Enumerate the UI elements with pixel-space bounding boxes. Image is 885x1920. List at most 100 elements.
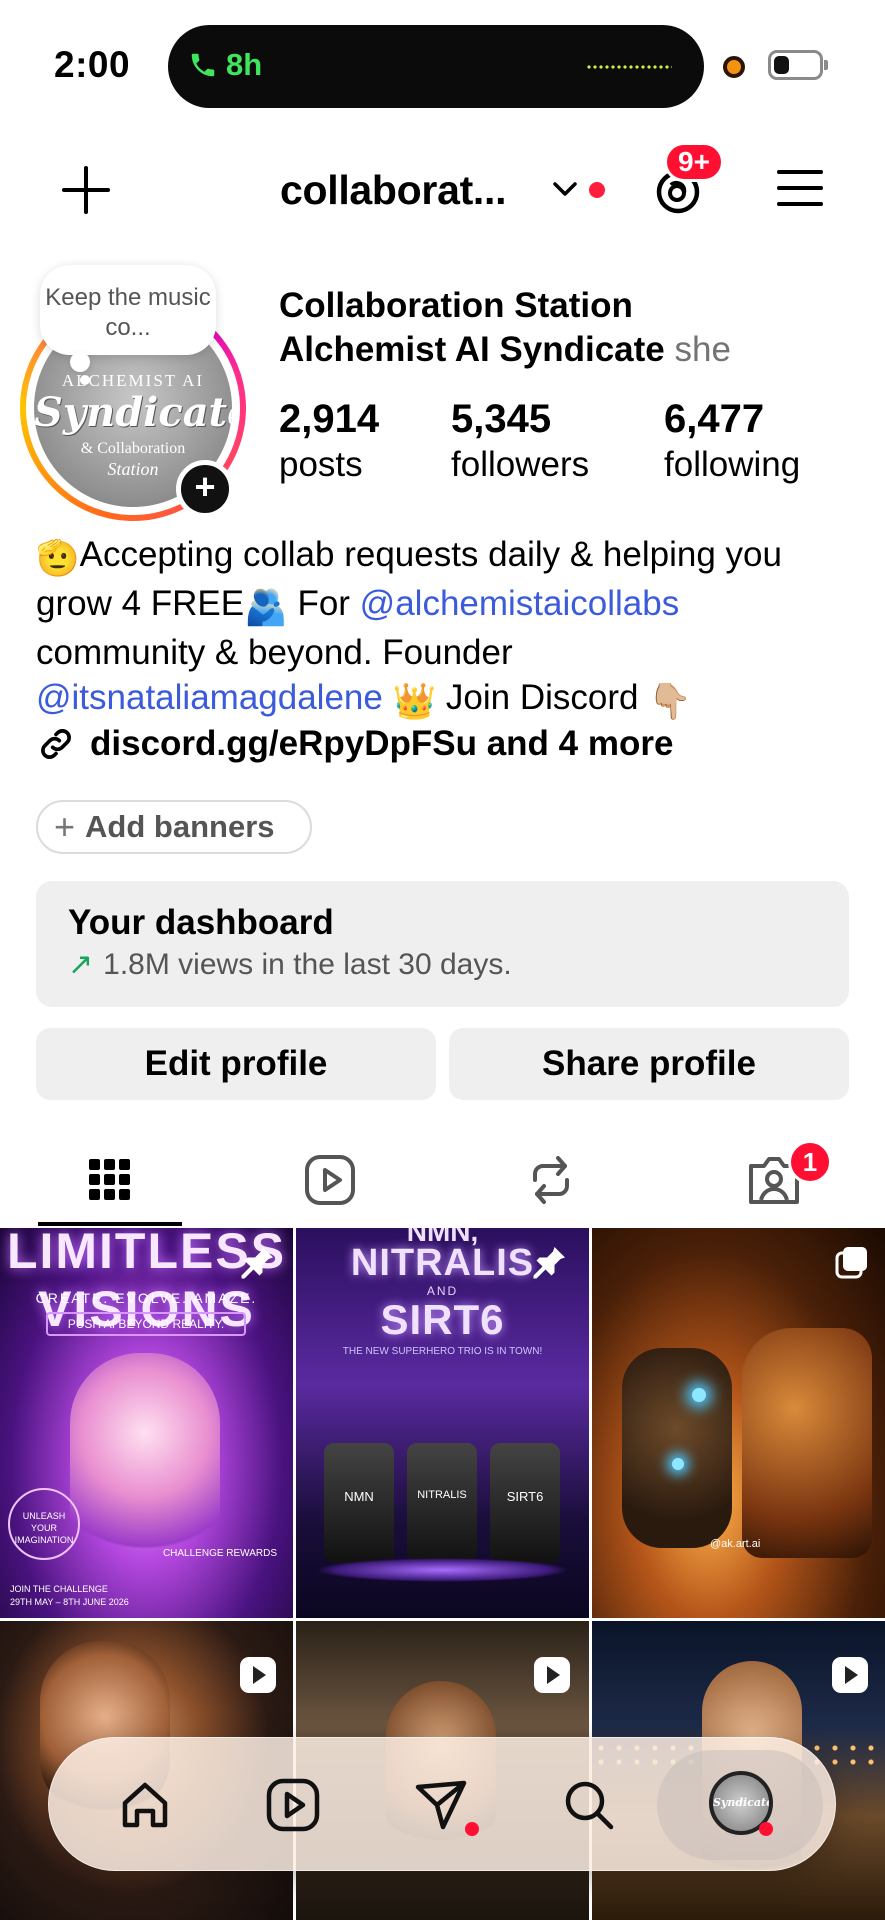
followers-label: followers <box>451 445 590 484</box>
bio-text-4: Join Discord <box>436 678 649 717</box>
note-bubble-tail <box>70 352 90 372</box>
account-notification-dot <box>589 182 605 198</box>
dashboard-subtitle: 1.8M views in the last 30 days. <box>103 947 512 981</box>
nav-search[interactable] <box>555 1771 623 1839</box>
post-rewards: CHALLENGE REWARDS <box>162 1548 278 1559</box>
following-count: 6,477 <box>664 397 765 441</box>
posts-count: 2,914 <box>279 397 380 441</box>
mention-link[interactable]: @itsnataliamagdalene <box>36 678 383 717</box>
avatar-logo-sub: & Collaboration <box>80 440 186 457</box>
home-icon <box>122 1782 168 1828</box>
post-tile[interactable]: LIMITLESS VISIONS CREATE. EVOLVE. AMAZE.… <box>0 1228 293 1618</box>
clock: 2:00 <box>54 44 131 85</box>
tab-grid[interactable] <box>80 1150 140 1210</box>
pointing-down-emoji: 👇🏼 <box>648 682 692 721</box>
followers-stat[interactable]: 5,345 followers <box>451 396 589 488</box>
post-tagline: THE NEW SUPERHERO TRIO IS IN TOWN! <box>342 1346 543 1357</box>
add-banners-label: Add banners <box>85 809 275 844</box>
profile-notification-dot <box>759 1822 773 1836</box>
salute-emoji: 🫡 <box>36 539 80 578</box>
post-join: JOIN THE CHALLENGE <box>10 1584 108 1594</box>
battery-level <box>774 56 789 74</box>
post-tagline: CREATE. EVOLVE. AMAZE. <box>35 1290 258 1306</box>
nav-home[interactable] <box>111 1771 179 1839</box>
threads-badge: 9+ <box>664 142 724 182</box>
tab-reposts[interactable] <box>521 1150 581 1210</box>
reposts-icon <box>533 1156 569 1204</box>
pronouns: she <box>674 330 731 369</box>
product-bottle: SIRT6 <box>490 1443 560 1563</box>
send-icon <box>415 1780 467 1830</box>
pin-icon <box>533 1247 565 1279</box>
note-bubble-tail-small <box>80 375 90 385</box>
post-title-end: SIRT6 <box>380 1296 505 1343</box>
phone-icon <box>191 53 215 77</box>
nav-reels[interactable] <box>259 1771 327 1839</box>
external-links[interactable]: discord.gg/eRpyDpFSu and 4 more <box>36 724 673 764</box>
edit-profile-button[interactable]: Edit profile <box>36 1028 436 1100</box>
product-bottle: NITRALIS <box>407 1443 477 1563</box>
post-watermark: @ak.art.ai <box>710 1538 761 1550</box>
crown-emoji: 👑 <box>392 682 437 721</box>
following-stat[interactable]: 6,477 following <box>664 396 800 488</box>
bio-text-3: community & beyond. Founder <box>36 633 513 672</box>
search-icon <box>565 1781 614 1830</box>
glow-light <box>672 1458 684 1470</box>
post-cta: PUSH AI BEYOND REALITY. <box>46 1312 246 1336</box>
add-story-button[interactable]: + <box>176 460 234 518</box>
dragon-figure <box>742 1328 872 1558</box>
dashboard-title: Your dashboard <box>68 903 334 942</box>
messages-notification-dot <box>465 1822 479 1836</box>
posts-stat[interactable]: 2,914 posts <box>279 396 379 488</box>
tagged-badge: 1 <box>788 1140 832 1184</box>
post-tile[interactable]: NMN, NITRALIS AND SIRT6 THE NEW SUPERHER… <box>296 1228 589 1618</box>
bio: 🫡Accepting collab requests daily & helpi… <box>36 532 856 724</box>
trend-up-icon: ↗ <box>68 948 94 981</box>
post-tile[interactable]: @ak.art.ai <box>592 1228 885 1618</box>
profile-header: collaborat... 9+ <box>0 140 885 240</box>
link-text[interactable]: discord.gg/eRpyDpFSu and 4 more <box>90 724 673 764</box>
call-indicator[interactable]: 8h <box>188 47 262 83</box>
plus-icon: + <box>54 806 76 847</box>
link-icon <box>41 729 71 759</box>
bottom-navigation: Syndicate <box>48 1737 836 1871</box>
reels-icon <box>305 1155 355 1205</box>
portrait-figure <box>70 1353 220 1553</box>
grid-icon <box>89 1159 130 1200</box>
profile-tabs: 1 <box>0 1140 885 1228</box>
reels-icon <box>266 1778 320 1832</box>
share-profile-button[interactable]: Share profile <box>449 1028 849 1100</box>
chevron-down-icon[interactable] <box>552 180 578 198</box>
professional-dashboard[interactable]: Your dashboard ↗ 1.8M views in the last 3… <box>36 881 849 1007</box>
followers-count: 5,345 <box>451 397 552 441</box>
product-bottle: NMN <box>324 1443 394 1563</box>
glow-light <box>692 1388 706 1402</box>
create-button[interactable] <box>62 166 110 214</box>
bio-text-2: For <box>287 584 360 623</box>
privacy-indicator-dot <box>723 56 745 78</box>
hamburger-menu-icon[interactable] <box>777 168 823 208</box>
people-hugging-emoji: 🫂 <box>244 588 288 627</box>
display-name: Collaboration Station Alchemist AI Syndi… <box>279 284 731 372</box>
carousel-icon <box>835 1247 867 1279</box>
active-tab-indicator <box>38 1222 182 1226</box>
audio-waveform <box>586 65 672 69</box>
dynamic-island[interactable]: 8h <box>168 25 704 108</box>
reel-indicator-icon <box>832 1657 868 1693</box>
reel-indicator-icon <box>240 1657 276 1693</box>
robot-figure <box>622 1348 732 1548</box>
add-banners-button[interactable]: + Add banners <box>36 800 312 854</box>
tab-reels[interactable] <box>300 1150 360 1210</box>
avatar-logo-main: Syndicate <box>34 389 232 436</box>
posts-label: posts <box>279 445 363 484</box>
mention-link[interactable]: @alchemistaicollabs <box>360 584 680 623</box>
avatar-logo-text: ALCHEMIST AI <box>61 371 205 390</box>
post-badge: UNLEASH YOUR IMAGINATION <box>8 1488 80 1560</box>
glow-platform <box>316 1558 569 1582</box>
note-bubble[interactable]: Keep the music co... <box>40 265 216 355</box>
post-dates: 29TH MAY – 8TH JUNE 2026 <box>10 1597 129 1607</box>
call-duration: 8h <box>226 47 263 82</box>
account-switcher-username[interactable]: collaborat... <box>280 167 507 214</box>
following-label: following <box>664 445 801 484</box>
display-name-line2: Alchemist AI Syndicate <box>279 330 665 369</box>
